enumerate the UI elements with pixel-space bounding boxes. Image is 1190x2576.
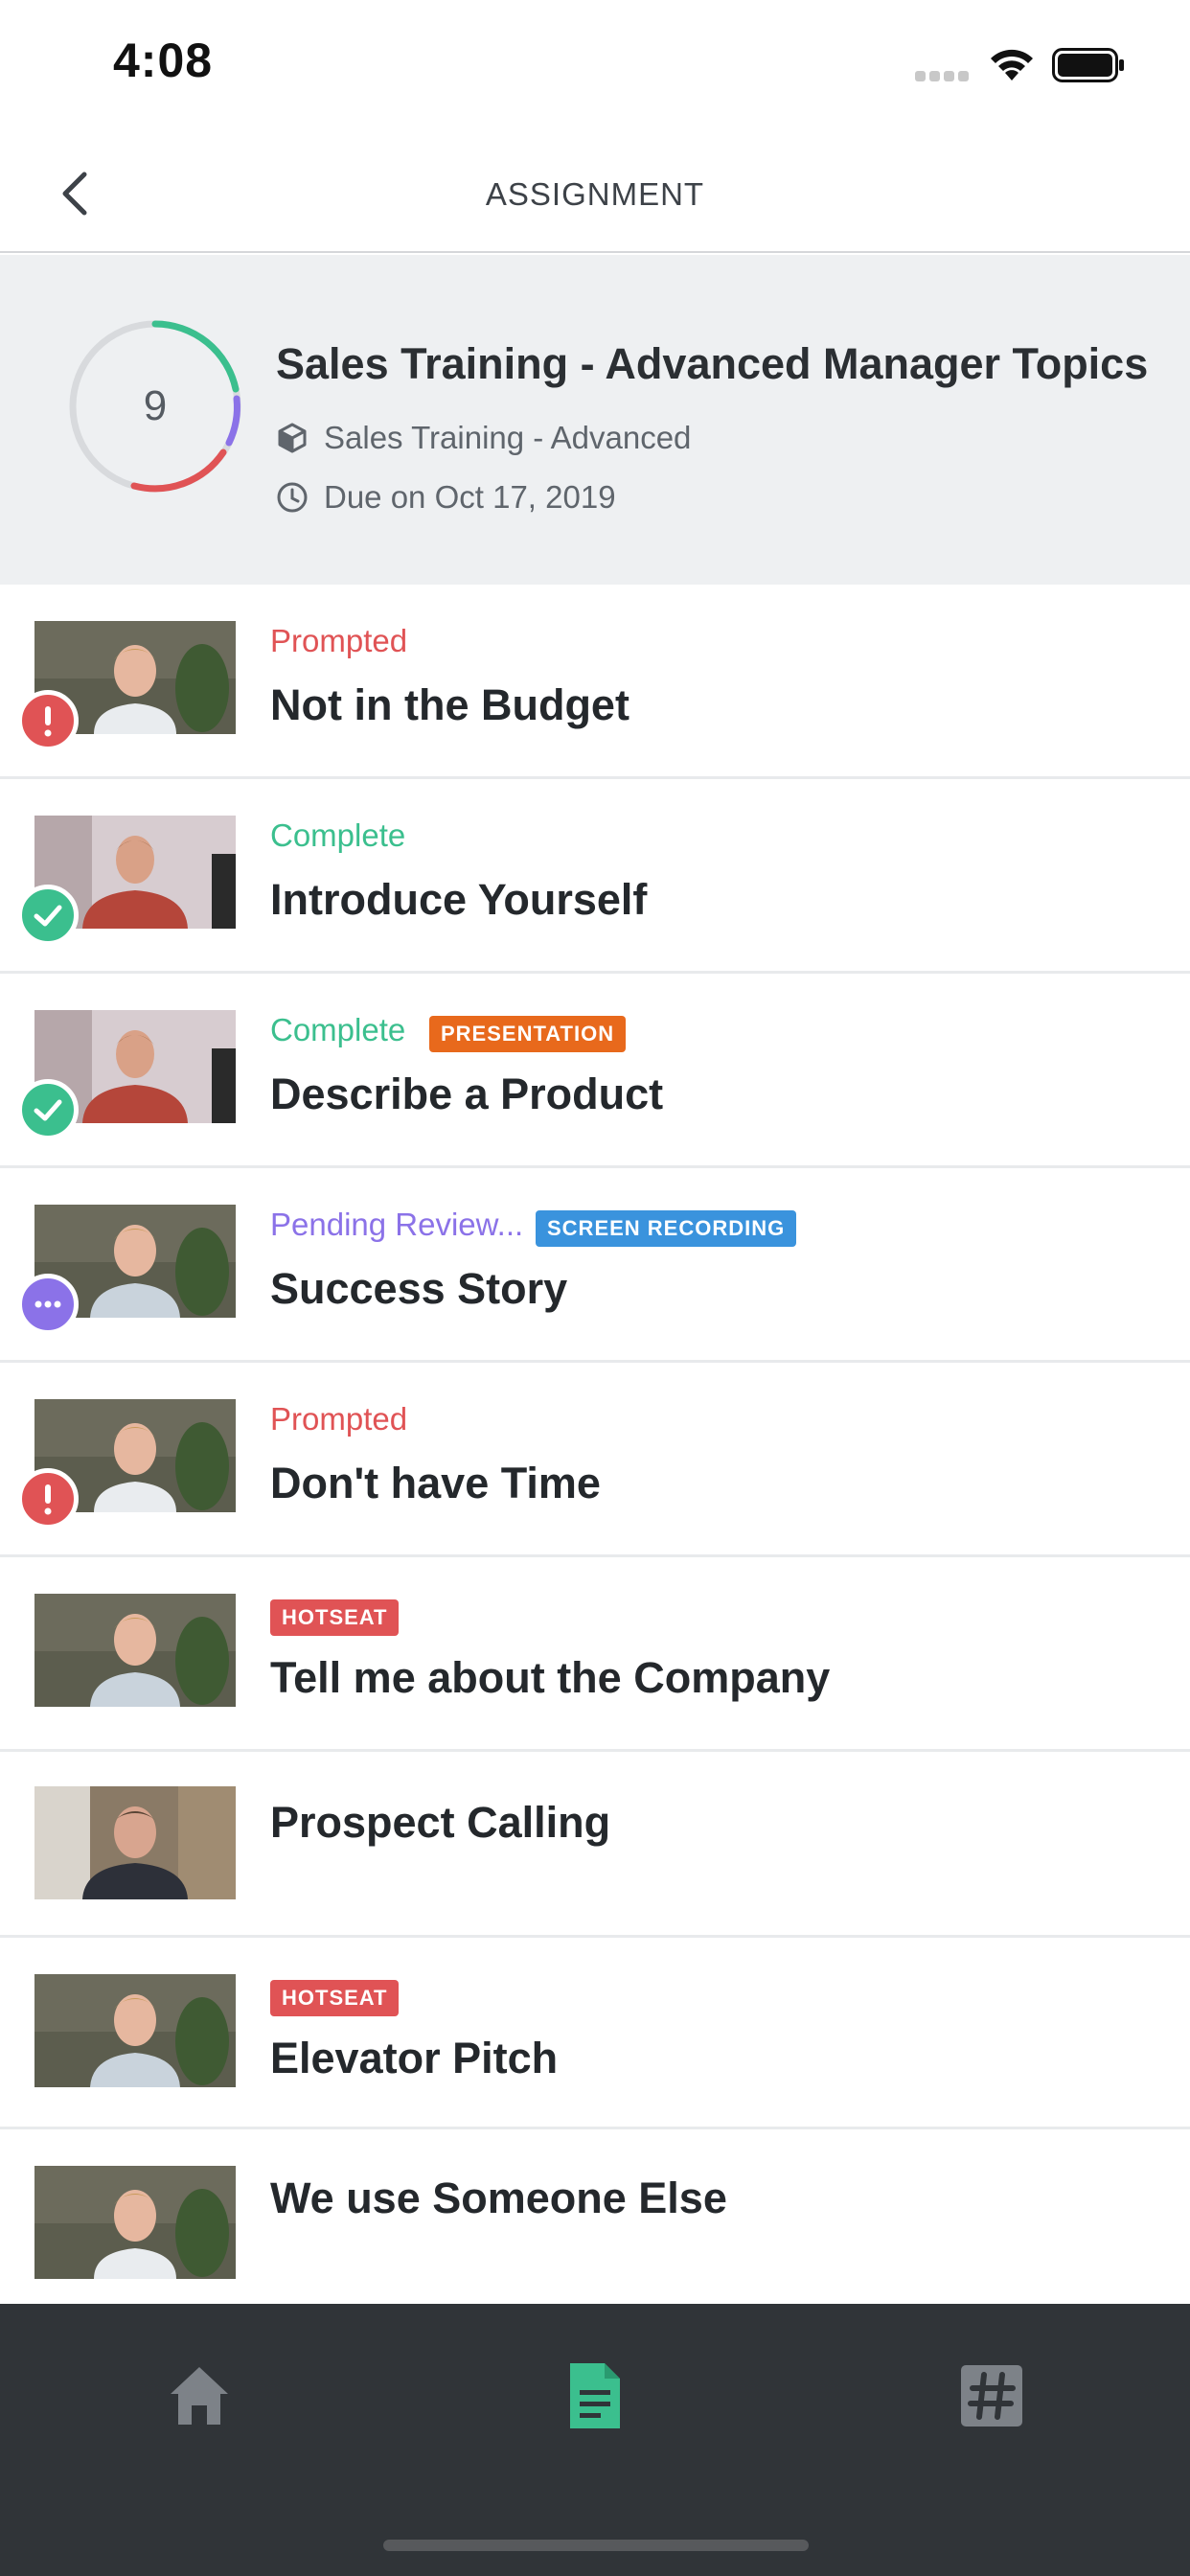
list-item[interactable]: Pending Review... SCREEN RECORDING Succe…	[0, 1168, 1190, 1363]
item-status: Complete	[270, 817, 406, 853]
item-status: Complete	[270, 1012, 406, 1047]
hotseat-tag: HOTSEAT	[270, 1599, 400, 1636]
item-title: Elevator Pitch	[270, 2034, 559, 2082]
item-title: We use Someone Else	[270, 2174, 727, 2222]
wifi-icon	[991, 49, 1033, 80]
item-title: Describe a Product	[270, 1070, 664, 1118]
list-item[interactable]: Prompted Not in the Budget	[0, 585, 1190, 779]
due-date: Due on Oct 17, 2019	[324, 479, 616, 515]
status-time: 4:08	[113, 34, 214, 87]
list-item[interactable]: We use Someone Else	[0, 2129, 1190, 2304]
nav-bar: ASSIGNMENT	[0, 134, 1190, 253]
video-thumbnail[interactable]	[34, 1974, 236, 2087]
check-icon	[17, 885, 79, 946]
document-icon[interactable]	[557, 2358, 633, 2434]
clock-icon	[277, 482, 308, 513]
alert-icon	[17, 690, 79, 751]
progress-count: 9	[143, 382, 168, 429]
video-thumbnail[interactable]	[34, 2166, 236, 2279]
item-status: Prompted	[270, 623, 408, 658]
item-status: Pending Review...	[270, 1207, 524, 1242]
list-item[interactable]: Complete Introduce Yourself	[0, 779, 1190, 974]
presentation-tag: PRESENTATION	[429, 1016, 627, 1052]
cube-icon	[278, 423, 307, 453]
hashtag-icon[interactable]	[953, 2358, 1030, 2434]
item-title: Tell me about the Company	[270, 1653, 831, 1702]
course-name: Sales Training - Advanced	[324, 420, 692, 455]
more-icon	[17, 1274, 79, 1335]
alert-icon	[17, 1468, 79, 1530]
list-item[interactable]: HOTSEAT Elevator Pitch	[0, 1938, 1190, 2129]
assignment-title: Sales Training - Advanced Manager Topics	[276, 339, 1149, 388]
item-title: Don't have Time	[270, 1459, 601, 1507]
item-title: Prospect Calling	[270, 1798, 611, 1847]
course-line: Sales Training - Advanced	[276, 420, 691, 456]
screen-recording-tag: SCREEN RECORDING	[536, 1210, 797, 1247]
status-bar: 4:08	[0, 0, 1190, 134]
check-icon	[17, 1079, 79, 1140]
home-icon[interactable]	[161, 2358, 238, 2434]
home-indicator	[383, 2540, 809, 2551]
item-status: Prompted	[270, 1401, 408, 1437]
item-title: Introduce Yourself	[270, 875, 648, 924]
tab-bar	[0, 2304, 1190, 2576]
cellular-signal-icon	[915, 69, 973, 81]
assignment-header: 9 Sales Training - Advanced Manager Topi…	[0, 255, 1190, 585]
due-line: Due on Oct 17, 2019	[276, 479, 616, 516]
list-item[interactable]: Complete PRESENTATION Describe a Product	[0, 974, 1190, 1168]
list-item[interactable]: Prospect Calling	[0, 1752, 1190, 1938]
item-title: Success Story	[270, 1264, 568, 1313]
page-title: ASSIGNMENT	[485, 176, 705, 212]
video-thumbnail[interactable]	[34, 1594, 236, 1707]
list-item[interactable]: HOTSEAT Tell me about the Company	[0, 1557, 1190, 1752]
list-item[interactable]: Prompted Don't have Time	[0, 1363, 1190, 1557]
video-thumbnail[interactable]	[34, 1786, 236, 1899]
item-title: Not in the Budget	[270, 680, 629, 729]
battery-icon	[1052, 48, 1124, 82]
hotseat-tag: HOTSEAT	[270, 1980, 400, 2016]
